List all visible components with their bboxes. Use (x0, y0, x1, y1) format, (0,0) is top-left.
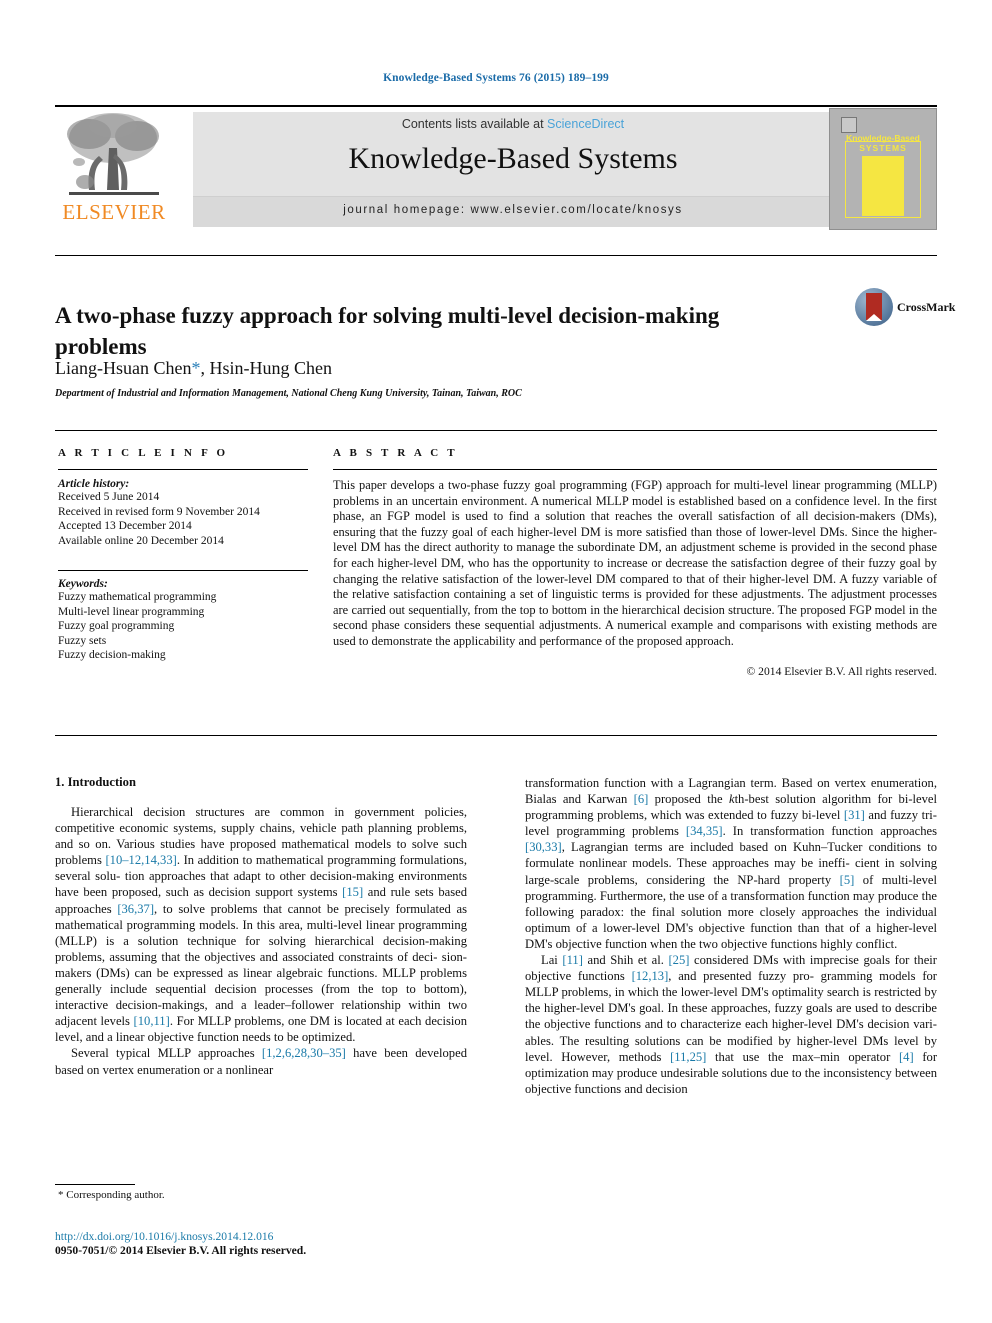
abstract-rule (333, 469, 937, 470)
article-info-heading: A R T I C L E I N F O (58, 447, 229, 459)
history-item: Received in revised form 9 November 2014 (58, 505, 260, 518)
page-footer: http://dx.doi.org/10.1016/j.knosys.2014.… (55, 1230, 555, 1258)
abstract-body: This paper develops a two-phase fuzzy go… (333, 478, 937, 648)
elsevier-wordmark: ELSEVIER (62, 200, 166, 224)
citation-link[interactable]: [11,25] (670, 1050, 706, 1064)
citation-link[interactable]: [10,11] (134, 1014, 170, 1028)
cover-elsevier-icon (841, 117, 857, 133)
journal-homepage-url[interactable]: journal homepage: www.elsevier.com/locat… (193, 204, 833, 216)
elsevier-logo: ELSEVIER (55, 110, 173, 228)
contents-prefix: Contents lists available at (401, 117, 548, 131)
abstract-copyright: © 2014 Elsevier B.V. All rights reserved… (746, 664, 937, 678)
homepage-band: journal homepage: www.elsevier.com/locat… (193, 196, 833, 227)
sciencedirect-banner: Contents lists available at ScienceDirec… (193, 112, 833, 227)
paragraph: Lai [11] and Shih et al. [25] considered… (525, 953, 938, 1096)
contents-list-line: Contents lists available at ScienceDirec… (193, 117, 833, 131)
footnote-rule (55, 1184, 135, 1185)
issn-copyright: 0950-7051/© 2014 Elsevier B.V. All right… (55, 1244, 307, 1257)
cover-inner: Knowledge-Based SYSTEMS (839, 116, 927, 222)
keyword-item: Fuzzy mathematical programming (58, 591, 217, 603)
citation-link[interactable]: [5] (840, 873, 855, 887)
top-rule (55, 105, 937, 107)
citation-link[interactable]: [10–12,14,33] (105, 853, 176, 867)
abstract-heading: A B S T R A C T (333, 447, 458, 459)
crossmark-icon (855, 288, 893, 326)
keyword-item: Fuzzy decision-making (58, 649, 166, 661)
citation-link[interactable]: [34,35] (686, 824, 723, 838)
article-info-rule (58, 469, 308, 470)
citation-link[interactable]: [12,13] (632, 969, 669, 983)
keywords-rule (58, 570, 308, 571)
history-item: Received 5 June 2014 (58, 491, 160, 503)
citation-link[interactable]: [6] (634, 792, 649, 806)
author-affiliation: Department of Industrial and Information… (55, 388, 522, 399)
keyword-item: Multi-level linear programming (58, 605, 205, 618)
keyword-item: Fuzzy sets (58, 634, 107, 647)
keyword-item: Fuzzy goal programming (58, 620, 175, 632)
citation-link[interactable]: [30,33] (525, 840, 562, 854)
article-history-heading: Article history: (58, 478, 130, 490)
running-head: Knowledge-Based Systems 76 (2015) 189–19… (383, 72, 609, 84)
crossmark-badge[interactable]: CrossMark (855, 288, 955, 330)
citation-link[interactable]: [4] (899, 1050, 914, 1064)
info-top-rule (55, 430, 937, 431)
article-info-column: A R T I C L E I N F O Article history: R… (58, 447, 308, 663)
article-page: Knowledge-Based Systems 76 (2015) 189–19… (0, 0, 992, 1323)
paragraph: Several typical MLLP approaches [1,2,6,2… (55, 1046, 467, 1077)
body-columns: 1. Introduction Hierarchical decision st… (55, 775, 937, 1215)
title-separator-rule (55, 255, 937, 256)
cover-frame (845, 141, 921, 218)
body-column-right: transformation function with a Lagrangia… (525, 775, 937, 1097)
info-bottom-rule (55, 735, 937, 736)
corresponding-author-footnote: * Corresponding author. (58, 1189, 165, 1201)
sciencedirect-link[interactable]: ScienceDirect (547, 117, 624, 131)
citation-link[interactable]: [36,37] (117, 902, 154, 916)
history-item: Accepted 13 December 2014 (58, 520, 192, 532)
citation-link[interactable]: [1,2,6,28,30–35] (262, 1046, 346, 1060)
crossmark-bookmark-shape (866, 293, 882, 321)
journal-title: Knowledge-Based Systems (348, 142, 678, 175)
journal-cover-thumbnail: Knowledge-Based SYSTEMS (829, 108, 937, 230)
history-item: Available online 20 December 2014 (58, 534, 224, 547)
paragraph: Hierarchical decision structures are com… (55, 805, 468, 1045)
paragraph: transformation function with a Lagrangia… (525, 776, 938, 951)
crossmark-label: CrossMark (897, 300, 956, 314)
citation-link[interactable]: [11] (562, 953, 583, 967)
section-heading-introduction: 1. Introduction (55, 775, 136, 789)
citation-link[interactable]: [31] (844, 808, 865, 822)
keywords-heading: Keywords: (58, 578, 108, 590)
author-primary: Liang-Hsuan Chen (55, 358, 192, 378)
abstract-column: A B S T R A C T This paper develops a tw… (333, 447, 937, 678)
citation-link[interactable]: [15] (342, 885, 363, 899)
elsevier-tree-icon (63, 110, 165, 202)
cover-artwork (862, 156, 904, 216)
doi-link[interactable]: http://dx.doi.org/10.1016/j.knosys.2014.… (55, 1230, 555, 1244)
author-secondary: , Hsin-Hung Chen (200, 358, 332, 378)
body-column-left: 1. Introduction Hierarchical decision st… (55, 775, 467, 1078)
journal-masthead: ELSEVIER Contents lists available at Sci… (55, 108, 937, 230)
author-list: Liang-Hsuan Chen*, Hsin-Hung Chen (55, 358, 815, 379)
page-title: A two-phase fuzzy approach for solving m… (55, 303, 720, 360)
citation-link[interactable]: [25] (668, 953, 689, 967)
